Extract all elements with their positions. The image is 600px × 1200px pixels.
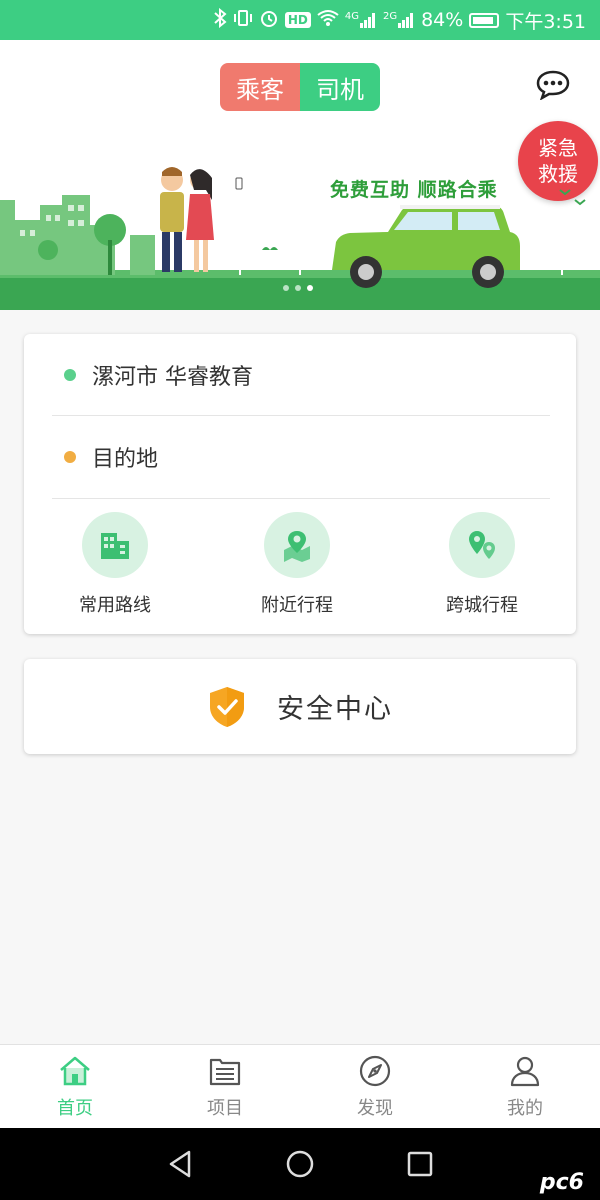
header: 乘客 司机 紧急 救援 免费互助 顺路合乘 — [0, 40, 600, 310]
network-2g-label: 2G — [382, 11, 398, 22]
tab-passenger[interactable]: 乘客 — [220, 63, 300, 111]
tab-home[interactable]: 首页 — [0, 1045, 150, 1128]
person-icon — [510, 1056, 540, 1086]
shortcut-nearby-trips[interactable]: 附近行程 — [232, 512, 362, 622]
compass-icon — [359, 1055, 391, 1086]
bottom-tab-bar: 首页 项目 发现 我的 — [0, 1044, 600, 1128]
carousel-dots — [283, 285, 313, 291]
recent-apps-icon[interactable] — [403, 1147, 437, 1181]
status-icons: HD 4G 2G 84% 下午3:51 — [213, 7, 586, 34]
tab-discover[interactable]: 发现 — [300, 1045, 450, 1128]
shortcut-label: 附近行程 — [261, 595, 333, 616]
destination-label: 目的地 — [92, 447, 159, 472]
status-bar: HD 4G 2G 84% 下午3:51 — [0, 0, 600, 40]
tab-driver[interactable]: 司机 — [300, 63, 380, 111]
safety-center-label: 安全中心 — [277, 694, 393, 725]
tab-projects[interactable]: 项目 — [150, 1045, 300, 1128]
system-nav-bar — [0, 1128, 600, 1200]
tab-label: 首页 — [57, 1097, 93, 1119]
shortcut-label: 跨城行程 — [446, 595, 518, 616]
home-circle-icon[interactable] — [283, 1147, 317, 1181]
origin-label: 漯河市 华睿教育 — [92, 365, 253, 390]
origin-dot — [64, 369, 76, 381]
tab-label: 我的 — [507, 1097, 543, 1119]
signal-2g-icon: 2G — [383, 11, 415, 29]
home-icon — [60, 1056, 90, 1085]
couple-illustration — [160, 167, 243, 272]
list-folder-icon — [209, 1058, 241, 1085]
banner-slogan: 免费互助 顺路合乘 — [330, 179, 498, 201]
tab-mine[interactable]: 我的 — [450, 1045, 600, 1128]
hd-icon: HD — [284, 12, 311, 28]
shield-check-icon — [210, 686, 244, 727]
network-4g-label: 4G — [344, 11, 359, 22]
back-icon[interactable] — [163, 1147, 197, 1181]
signal-4g-icon: 4G — [345, 11, 377, 29]
shortcut-intercity-trips[interactable]: 跨城行程 — [417, 512, 547, 622]
safety-center-card[interactable]: 安全中心 — [24, 659, 576, 754]
shortcut-label: 常用路线 — [79, 595, 151, 616]
destination-dot — [64, 451, 76, 463]
tab-label: 项目 — [207, 1097, 243, 1119]
map-pin-icon — [264, 512, 330, 578]
multi-pin-icon — [449, 512, 515, 578]
carousel-dot[interactable] — [283, 285, 289, 291]
carousel-dot-active[interactable] — [307, 285, 313, 291]
origin-row[interactable]: 漯河市 华睿教育 — [52, 334, 552, 416]
battery-percent: 84% — [421, 9, 464, 31]
route-card: 漯河市 华睿教育 目的地 常用路线 附近行程 跨城行程 — [24, 334, 576, 634]
alarm-icon — [259, 8, 279, 33]
carousel-dot[interactable] — [295, 285, 301, 291]
watermark-logo: pc6 — [539, 1170, 584, 1195]
shortcut-frequent-routes[interactable]: 常用路线 — [50, 512, 180, 622]
battery-icon — [469, 12, 500, 28]
divider — [52, 498, 550, 499]
destination-row[interactable]: 目的地 — [52, 416, 552, 498]
tab-label: 发现 — [357, 1097, 393, 1119]
chat-bubble-icon[interactable] — [536, 70, 570, 101]
clock: 下午3:51 — [505, 10, 586, 33]
building-icon — [82, 512, 148, 578]
bluetooth-icon — [213, 7, 227, 33]
vibrate-icon — [233, 8, 253, 33]
role-switch: 乘客 司机 — [220, 63, 380, 111]
wifi-icon — [317, 9, 339, 32]
